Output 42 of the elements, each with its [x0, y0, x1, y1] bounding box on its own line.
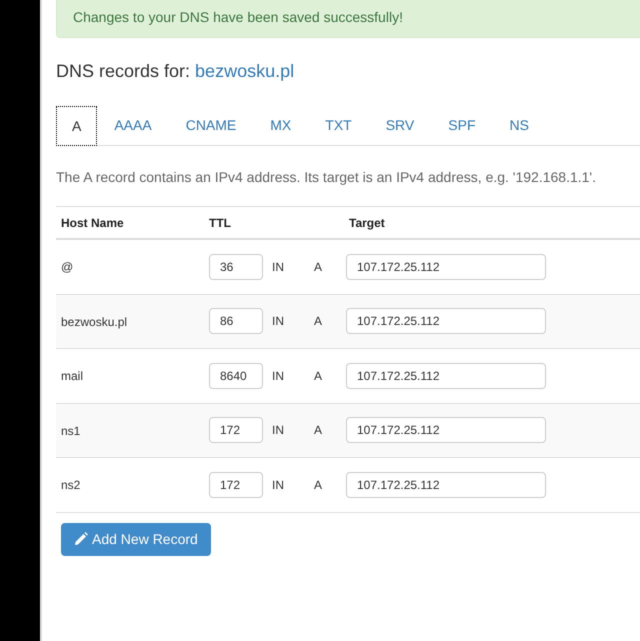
record-type-tab[interactable]: MX	[255, 106, 306, 145]
add-new-record-button[interactable]: Add New Record	[61, 522, 211, 556]
target-field[interactable]: 107.172.25.112	[346, 254, 546, 280]
type-label: A	[314, 313, 322, 330]
host-name: ns2	[61, 478, 80, 492]
ttl-field[interactable]: 86	[209, 308, 263, 334]
heading-label: DNS records for:	[56, 60, 190, 83]
class-label: IN	[272, 313, 285, 330]
record-type-tab[interactable]: SPF	[433, 106, 490, 145]
class-label: IN	[272, 476, 285, 494]
record-type-tab[interactable]: AAAA	[99, 106, 167, 145]
type-label: A	[314, 476, 322, 494]
host-name: bezwosku.pl	[61, 314, 128, 328]
record-description: The A record contains an IPv4 address. Its target is an IPv4 address, e.g. '192.168.1.1'.	[56, 168, 597, 187]
record-type-tab[interactable]: CNAME	[170, 106, 252, 145]
type-label: A	[314, 422, 322, 440]
target-field[interactable]: 107.172.25.112	[346, 472, 546, 498]
target-field[interactable]: 107.172.25.112	[346, 417, 546, 444]
type-label: A	[314, 258, 322, 276]
column-header: Host Name	[60, 214, 125, 232]
ttl-field[interactable]: 8640	[209, 362, 263, 389]
record-type-tab[interactable]: A	[56, 106, 98, 146]
host-name: ns1	[61, 424, 80, 438]
alert-message: Changes to your DNS have been saved successfully!	[73, 8, 403, 27]
ttl-field[interactable]: 172	[209, 472, 263, 498]
ttl-field[interactable]: 172	[209, 417, 263, 444]
domain-link[interactable]: bezwosku.pl	[195, 58, 294, 84]
ttl-field[interactable]: 36	[209, 254, 263, 280]
column-header: TTL	[208, 214, 232, 232]
class-label: IN	[272, 258, 285, 276]
target-field[interactable]: 107.172.25.112	[346, 308, 546, 334]
host-name: mail	[61, 369, 84, 383]
column-header: Target	[348, 214, 385, 232]
type-label: A	[314, 368, 322, 385]
record-type-tab[interactable]: TXT	[310, 106, 367, 145]
record-type-tab[interactable]: SRV	[370, 106, 430, 145]
target-field[interactable]: 107.172.25.112	[346, 362, 546, 389]
class-label: IN	[272, 422, 285, 440]
pencil-icon	[74, 532, 88, 546]
record-type-tab[interactable]: NS	[494, 106, 544, 145]
class-label: IN	[272, 368, 285, 385]
host-name: @	[61, 260, 74, 274]
